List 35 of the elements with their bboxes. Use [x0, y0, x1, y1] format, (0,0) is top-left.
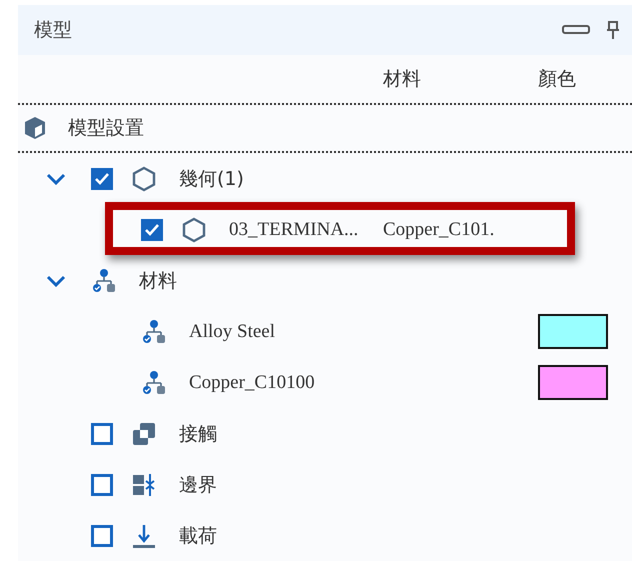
checkbox[interactable]	[91, 168, 113, 190]
hierarchy-icon	[141, 370, 167, 396]
color-swatch[interactable]	[538, 365, 608, 400]
tree-item-label[interactable]: 邊界	[179, 472, 217, 498]
panel-title: 模型	[34, 18, 73, 43]
boundary-icon	[131, 472, 157, 498]
material-text: Copper_C101.	[383, 219, 494, 240]
pin-icon[interactable]	[606, 20, 620, 40]
chevron-icon[interactable]	[46, 274, 66, 286]
hierarchy-icon	[141, 318, 167, 344]
checkbox[interactable]	[91, 524, 113, 546]
column-header: 材料	[383, 68, 421, 90]
hexagon-icon	[131, 166, 157, 192]
tree-item-label[interactable]: Alloy Steel	[189, 320, 276, 342]
overlapping-squares-icon	[131, 420, 157, 446]
hierarchy-icon	[91, 268, 117, 294]
hexagon-icon	[181, 216, 207, 242]
tree-item-label[interactable]: 載荷	[179, 522, 217, 548]
model-settings-label[interactable]: 模型設置	[68, 115, 144, 141]
checkbox[interactable]	[91, 422, 113, 444]
checkbox[interactable]	[91, 474, 113, 496]
checkbox[interactable]	[141, 218, 163, 240]
tree-item-label[interactable]: Copper_C10100	[189, 372, 315, 394]
checkmark-icon	[95, 172, 109, 184]
cube-icon	[24, 116, 46, 140]
checkmark-icon	[145, 224, 159, 236]
tree-item-label[interactable]: 03_TERMINA...	[229, 218, 358, 240]
chevron-icon[interactable]	[46, 172, 66, 184]
tree-item-label[interactable]: 接觸	[179, 420, 217, 446]
tree-item-label[interactable]: 材料	[139, 268, 177, 294]
load-arrow-icon	[131, 522, 157, 548]
color-swatch[interactable]	[538, 314, 608, 349]
minimize-icon[interactable]	[562, 25, 590, 35]
column-header: 顏色	[538, 68, 576, 90]
tree-item-label[interactable]: 幾何(1)	[179, 166, 244, 192]
